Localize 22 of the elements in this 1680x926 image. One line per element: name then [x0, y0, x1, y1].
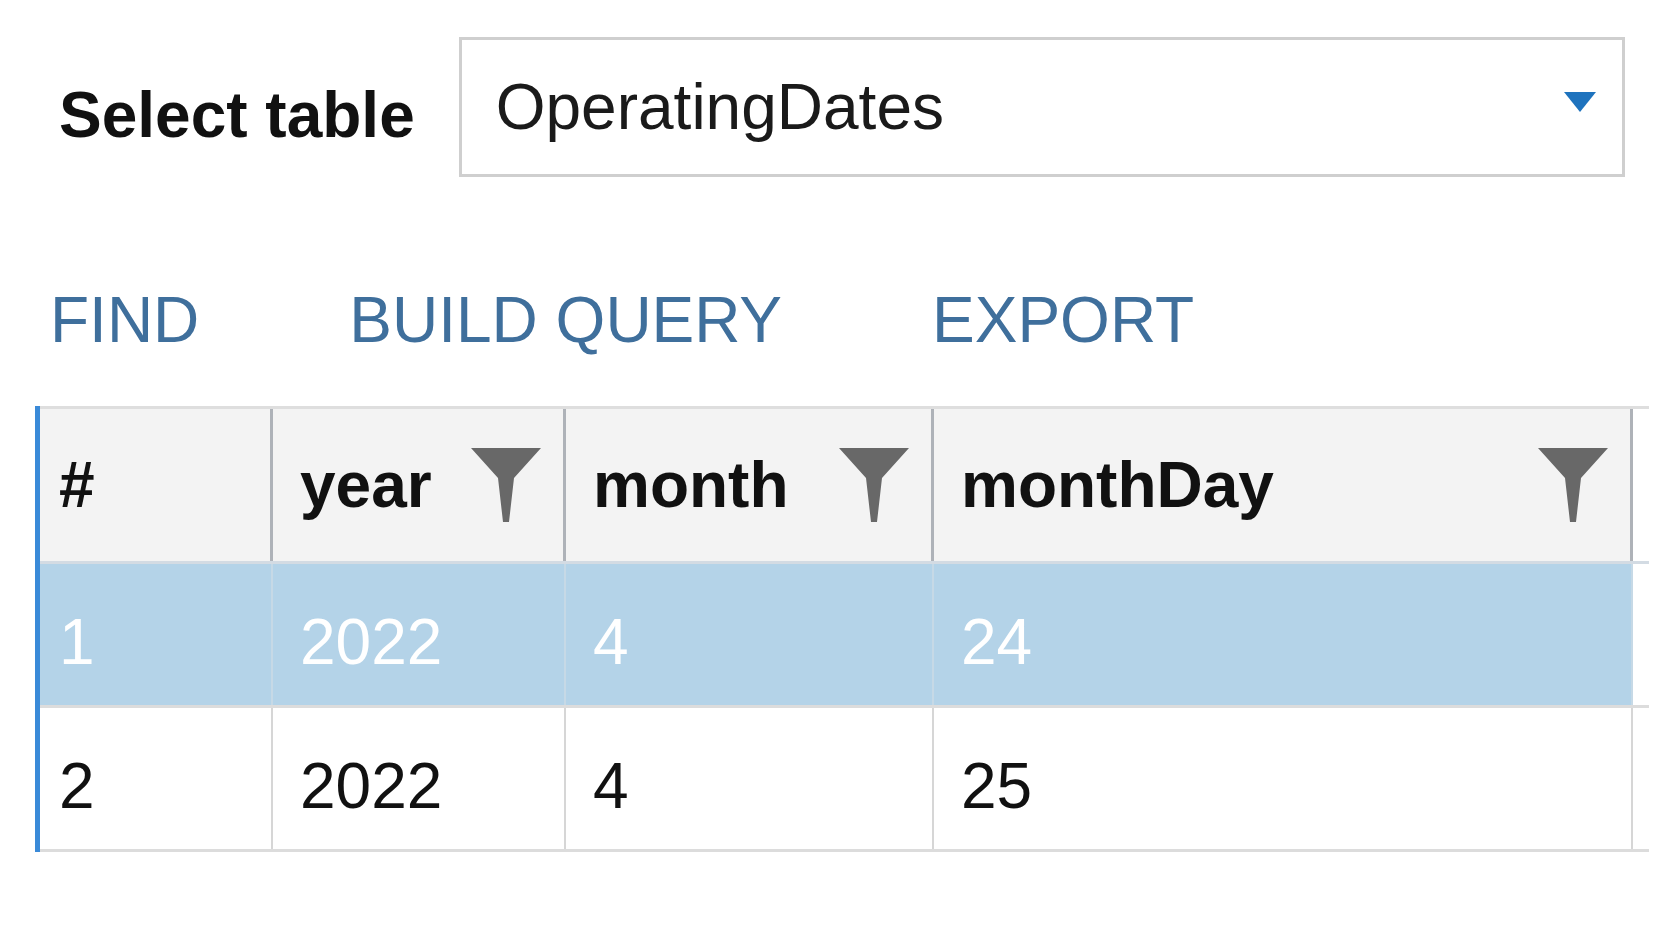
table-dropdown[interactable]: OperatingDates — [458, 37, 1625, 177]
table-cell: 4 — [566, 708, 934, 849]
column-header[interactable]: year — [273, 409, 566, 561]
table-cell: 2 — [40, 708, 273, 849]
column-header[interactable]: # — [40, 409, 273, 561]
funnel-icon[interactable] — [1538, 448, 1608, 522]
toolbar-button[interactable]: FIND — [50, 283, 200, 357]
funnel-icon[interactable] — [471, 448, 541, 522]
toolbar-button[interactable]: EXPORT — [932, 283, 1195, 357]
table-cell: 1 — [40, 564, 273, 705]
table-cell: 25 — [934, 708, 1633, 849]
table-cell: 4 — [566, 564, 934, 705]
table-cell: 24 — [934, 564, 1633, 705]
table-cell: 2022 — [273, 708, 566, 849]
table-row[interactable]: 2 2022 4 25 — [40, 708, 1633, 852]
column-header[interactable]: month — [566, 409, 934, 561]
table-select-label: Select table — [59, 78, 415, 152]
column-header[interactable]: monthDay — [934, 409, 1633, 561]
toolbar-button[interactable]: BUILD QUERY — [349, 283, 783, 357]
caret-icon — [1564, 92, 1596, 112]
table-cell: 2022 — [273, 564, 566, 705]
funnel-icon[interactable] — [839, 448, 909, 522]
